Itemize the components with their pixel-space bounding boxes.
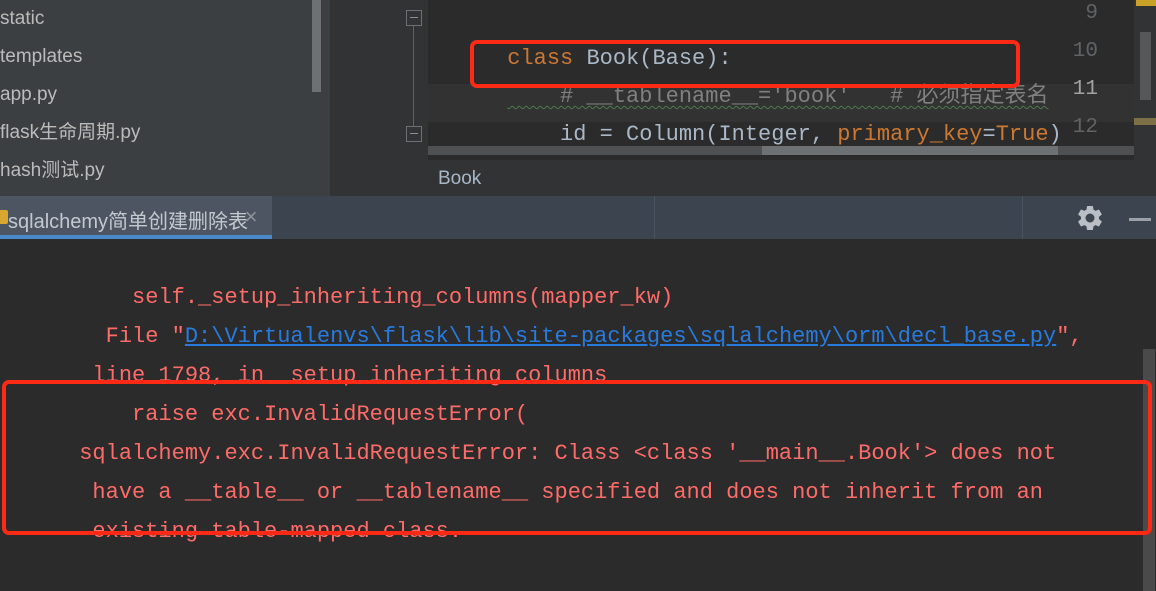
tree-item-templates[interactable]: templates [0,38,330,76]
ide-top-region: static templates app.py flask生命周期.py has… [0,0,1156,196]
console-output[interactable]: self._setup_inheriting_columns(mapper_kw… [0,239,1156,591]
console-line: self._setup_inheriting_columns(mapper_kw… [0,239,673,310]
tree-item-label: hash测试.py [0,160,105,181]
gear-icon[interactable] [1075,203,1105,233]
console-line: raise exc.InvalidRequestError( [0,356,528,427]
run-tool-window: sqlalchemy简单创建删除表 × self._setup_inheriti… [0,196,1156,591]
tree-item-label: static [0,8,45,29]
run-tab-bar: sqlalchemy简单创建删除表 × [0,196,1156,239]
fold-region-line [413,18,414,136]
code-token-operator: = [982,122,996,147]
breadcrumb-bar: Book [330,160,1156,196]
toolbar-divider [654,196,655,239]
editor-horizontal-scrollbar-thumb[interactable] [762,146,1058,155]
warning-marker-icon[interactable] [1134,118,1156,125]
tree-item-label: flask生命周期.py [0,122,141,143]
console-text: existing table-mapped class. [79,519,463,544]
console-line: existing table-mapped class. [0,473,462,544]
warning-marker-icon[interactable] [1136,0,1156,6]
tree-item-app-py[interactable]: app.py [0,76,330,114]
editor-vertical-scrollbar-thumb[interactable] [1140,32,1151,100]
minimize-bar [1129,218,1151,221]
tree-item-hash-test-py[interactable]: hash测试.py [0,152,330,190]
console-line: File "D:\Virtualenvs\flask\lib\site-pack… [0,278,1083,349]
run-config-icon [0,210,8,224]
code-token-constant: True [995,122,1049,147]
console-line: have a __table__ or __tablename__ specif… [0,434,1043,505]
tree-item-static[interactable]: static [0,0,330,38]
console-vertical-scrollbar-thumb[interactable] [1143,349,1155,591]
console-line: line 1798, in _setup_inheriting_columns [0,317,607,388]
fold-collapse-icon[interactable] [406,10,422,26]
toolbar-divider [1022,196,1023,239]
console-line: Process finished with exit code 1 [0,551,515,590]
tree-item-label: app.py [0,84,58,105]
minimize-icon[interactable] [1125,203,1155,233]
run-tab-label: sqlalchemy简单创建删除表 [8,211,249,233]
code-line-9[interactable]: class Book(Base): [428,2,731,71]
fold-collapse-icon[interactable] [406,126,422,142]
code-line-10[interactable]: # __tablename__='book' # 必须指定表名 [428,40,1048,109]
tree-item-label: templates [0,46,83,67]
close-icon[interactable]: × [240,206,262,228]
console-line: sqlalchemy.exc.InvalidRequestError: Clas… [0,395,1056,466]
code-token-punctuation: ) [1048,122,1062,147]
project-tree-scrollbar[interactable] [312,0,321,92]
gutter-line-number: 11 [1072,78,1098,101]
breadcrumb[interactable]: Book [438,168,481,190]
gutter-line-number: 9 [1085,2,1098,25]
tree-item-flask-lifecycle-py[interactable]: flask生命周期.py [0,114,330,152]
code-line-11[interactable]: id = Column(Integer, primary_key=True) [428,78,1062,147]
project-tree-panel[interactable]: static templates app.py flask生命周期.py has… [0,0,330,196]
gutter-line-number: 12 [1072,116,1098,139]
gutter-line-number: 10 [1072,40,1098,63]
console-text: ", [1056,324,1083,349]
run-tab-sqlalchemy[interactable]: sqlalchemy简单创建删除表 × [0,196,272,239]
